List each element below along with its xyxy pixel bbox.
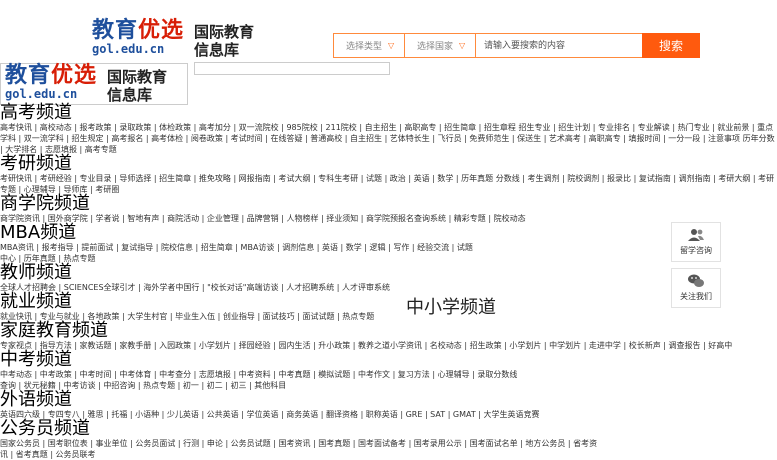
search-bar: 选择类型 ▽ 选择国家 ▽ 搜索 (333, 33, 700, 58)
chevron-down-icon: ▽ (459, 41, 466, 50)
logo-wordmark: 教育优选 (92, 18, 185, 43)
consult-label: 留学咨询 (680, 246, 712, 255)
channel-title[interactable]: 中考频道 (0, 351, 745, 369)
channel-links[interactable]: MBA资讯 | 报考指导 | 提前面试 | 复试指导 | 院校信息 | 招生简章… (0, 242, 480, 264)
channel-links[interactable]: 高考快讯 | 高校动态 | 报考政策 | 录取政策 | 体检政策 | 高考加分 … (0, 122, 777, 155)
channel-employment: 就业频道 就业快讯 | 专业与就业 | 各地政策 | 大学生村官 | 毕业生入伍… (0, 293, 745, 322)
chevron-down-icon: ▽ (388, 41, 395, 50)
channel-links[interactable]: 英语四六级 | 专四专八 | 雅思 | 托福 | 小语种 | 少儿英语 | 公共… (0, 409, 760, 420)
channel-business-school: 商学院频道 商学院资讯 | 国外商学院 | 学者说 | 智地有声 | 商院活动 … (0, 195, 745, 224)
logo-tagline-1: 国际教育 (107, 68, 168, 86)
follow-label: 关注我们 (680, 292, 712, 301)
channel-foreign-language: 外语频道 英语四六级 | 专四专八 | 雅思 | 托福 | 小语种 | 少儿英语… (0, 391, 745, 420)
type-select[interactable]: 选择类型 ▽ (333, 33, 404, 58)
channel-title[interactable]: 商学院频道 (0, 195, 745, 213)
site-logo[interactable]: 教育优选 gol.edu.cn 国际教育 信息库 (92, 20, 270, 64)
secondary-logo[interactable]: 教育优选 gol.edu.cn 国际教育 信息库 (0, 63, 188, 105)
channel-links[interactable]: 商学院资讯 | 国外商学院 | 学者说 | 智地有声 | 商院活动 | 企业管理… (0, 213, 530, 224)
follow-us-button[interactable]: 关注我们 (671, 268, 721, 308)
channel-mba: MBA频道 MBA资讯 | 报考指导 | 提前面试 | 复试指导 | 院校信息 … (0, 224, 745, 264)
search-input[interactable] (475, 33, 642, 58)
broken-banner-image (194, 62, 390, 75)
logo-tagline-1: 国际教育 (194, 23, 255, 41)
logo-tagline-2: 信息库 (107, 86, 153, 104)
study-abroad-consult-button[interactable]: 留学咨询 (671, 222, 721, 262)
logo-wordmark: 教育优选 (5, 63, 98, 88)
logo-url: gol.edu.cn (5, 87, 78, 101)
search-button[interactable]: 搜索 (642, 33, 700, 58)
channel-kaoyan: 考研频道 考研快讯 | 考研经验 | 专业目录 | 导师选择 | 招生简章 | … (0, 155, 774, 195)
logo-url: gol.edu.cn (92, 42, 165, 56)
users-icon (688, 229, 704, 241)
channel-links[interactable]: 中考动态 | 中考政策 | 中考时间 | 中考体育 | 中考查分 | 志愿填报 … (0, 369, 520, 391)
channel-teacher: 教师频道 全球人才招聘会 | SCIENCES全球引才 | 海外学者中国行 | … (0, 264, 745, 293)
channel-links[interactable]: 全球人才招聘会 | SCIENCES全球引才 | 海外学者中国行 | "校长对话… (0, 282, 640, 293)
channel-family-education: 家庭教育频道 专家视点 | 指导方法 | 家教话题 | 家教手册 | 入园政策 … (0, 322, 745, 351)
channel-links[interactable]: 国家公务员 | 国考职位表 | 事业单位 | 公务员面试 | 行测 | 申论 |… (0, 438, 600, 460)
channel-title[interactable]: 家庭教育频道 (0, 322, 745, 340)
channel-civil-service: 公务员频道 国家公务员 | 国考职位表 | 事业单位 | 公务员面试 | 行测 … (0, 420, 745, 460)
channel-links[interactable]: 专家视点 | 指导方法 | 家教话题 | 家教手册 | 入园政策 | 小学划片 … (0, 340, 777, 351)
wechat-icon (688, 274, 704, 287)
channel-list: 高考频道 高考快讯 | 高校动态 | 报考政策 | 录取政策 | 体检政策 | … (0, 104, 775, 460)
channel-title[interactable]: 外语频道 (0, 391, 745, 409)
channel-title[interactable]: 教师频道 (0, 264, 745, 282)
channel-title-k12[interactable]: 中小学频道 (406, 299, 496, 317)
channel-zhongkao: 中考频道 中考动态 | 中考政策 | 中考时间 | 中考体育 | 中考查分 | … (0, 351, 745, 391)
channel-title[interactable]: 就业频道 (0, 293, 745, 311)
channel-title[interactable]: MBA频道 (0, 224, 745, 242)
channel-title[interactable]: 考研频道 (0, 155, 745, 173)
channel-gaokao: 高考频道 高考快讯 | 高校动态 | 报考政策 | 录取政策 | 体检政策 | … (0, 104, 775, 155)
logo-tagline-2: 信息库 (194, 41, 240, 59)
channel-title[interactable]: 高考频道 (0, 104, 745, 122)
channel-links[interactable]: 考研快讯 | 考研经验 | 专业目录 | 导师选择 | 招生简章 | 推免攻略 … (0, 173, 777, 195)
country-select[interactable]: 选择国家 ▽ (404, 33, 475, 58)
